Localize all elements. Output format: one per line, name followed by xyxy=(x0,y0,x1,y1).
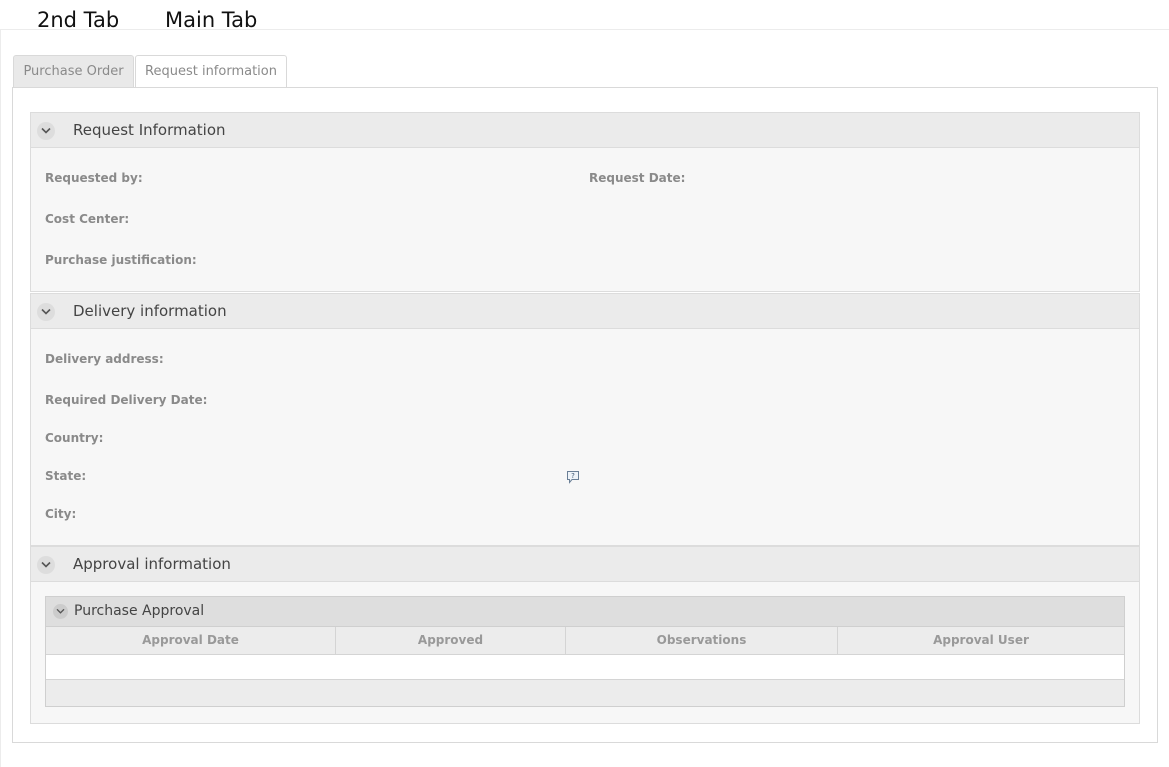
label-purchase-justification: Purchase justification: xyxy=(45,253,197,267)
help-comment-icon[interactable]: ? xyxy=(566,469,580,484)
grid-footer xyxy=(46,680,1124,706)
purchase-approval-grid: Purchase Approval Approval Date Approved… xyxy=(45,596,1125,707)
section-body-delivery-information: Delivery address: Required Delivery Date… xyxy=(30,329,1140,546)
svg-text:?: ? xyxy=(571,472,575,480)
section-header-approval-information[interactable]: Approval information xyxy=(30,546,1140,582)
chevron-down-icon[interactable] xyxy=(37,122,55,140)
section-title: Request Information xyxy=(73,121,226,139)
grid-empty-body xyxy=(46,655,1124,680)
column-header-approval-date[interactable]: Approval Date xyxy=(46,627,336,654)
label-delivery-address: Delivery address: xyxy=(45,352,164,366)
label-requested-by: Requested by: xyxy=(45,171,143,185)
chevron-down-icon[interactable] xyxy=(37,303,55,321)
section-body-request-information: Requested by: Request Date: Cost Center:… xyxy=(30,148,1140,292)
grid-header-row: Approval Date Approved Observations Appr… xyxy=(46,627,1124,655)
tab-request-information[interactable]: Request information xyxy=(135,55,287,88)
chevron-down-icon[interactable] xyxy=(53,604,68,619)
column-header-approved[interactable]: Approved xyxy=(336,627,566,654)
column-header-observations[interactable]: Observations xyxy=(566,627,838,654)
label-required-delivery-date: Required Delivery Date: xyxy=(45,393,208,407)
section-header-request-information[interactable]: Request Information xyxy=(30,112,1140,148)
label-country: Country: xyxy=(45,431,104,445)
tab-purchase-order[interactable]: Purchase Order xyxy=(13,55,134,87)
grid-title-bar[interactable]: Purchase Approval xyxy=(46,597,1124,627)
chevron-down-icon[interactable] xyxy=(37,556,55,574)
label-cost-center: Cost Center: xyxy=(45,212,130,226)
section-title: Delivery information xyxy=(73,302,227,320)
grid-title: Purchase Approval xyxy=(74,603,205,619)
column-header-approval-user[interactable]: Approval User xyxy=(838,627,1124,654)
label-city: City: xyxy=(45,507,77,521)
section-title: Approval information xyxy=(73,555,231,573)
label-request-date: Request Date: xyxy=(589,171,686,185)
section-header-delivery-information[interactable]: Delivery information xyxy=(30,293,1140,329)
label-state: State: xyxy=(45,469,87,483)
